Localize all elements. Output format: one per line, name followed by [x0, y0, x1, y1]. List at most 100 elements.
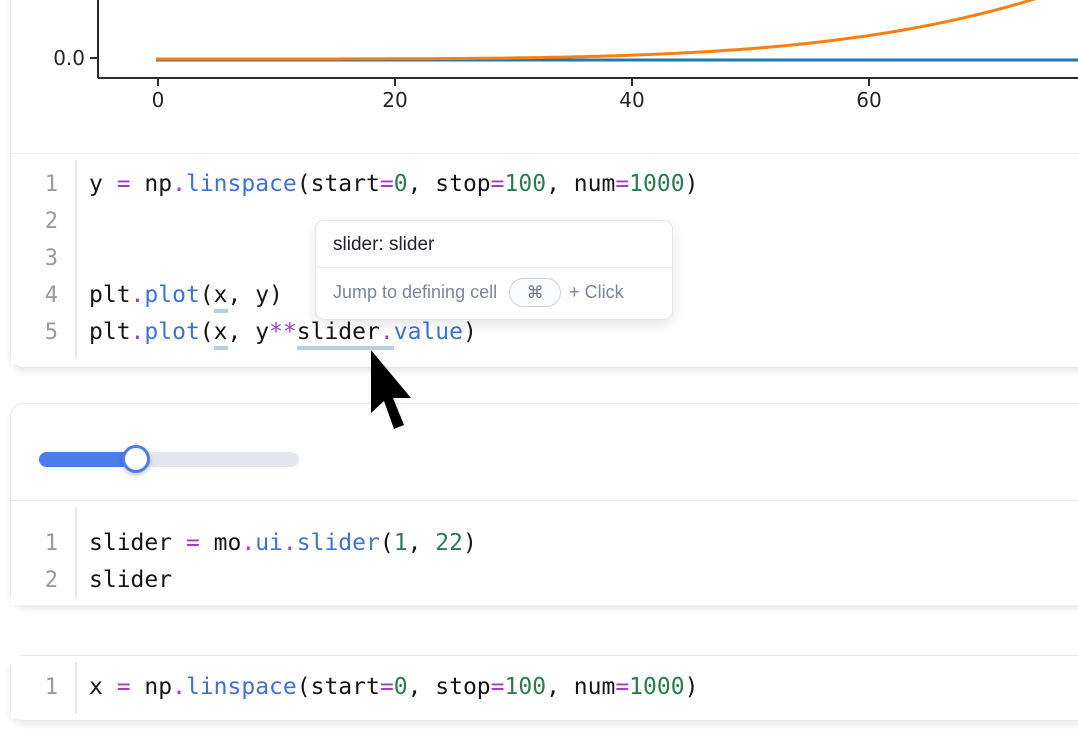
code-line[interactable]: 1slider = mo.ui.slider(1, 22) [11, 525, 1078, 562]
line-number: 1 [11, 525, 75, 562]
code-token: ( [200, 282, 214, 308]
tooltip-title: slider: slider [316, 221, 672, 267]
series-line-orange [156, 0, 1078, 59]
code-token: 0 [394, 674, 408, 700]
notebook-cell-xdef: 1x = np.linspace(start=0, stop=100, num=… [10, 655, 1078, 721]
code-token: . [172, 674, 186, 700]
code-token: 0 [394, 171, 408, 197]
code-token: mo [200, 530, 242, 556]
code-token: ) [463, 319, 477, 345]
code-editor-slider[interactable]: 1slider = mo.ui.slider(1, 22)2 slider [11, 500, 1078, 605]
code-token: , num [546, 171, 615, 197]
code-token: y [89, 171, 117, 197]
code-token: slider [89, 530, 186, 556]
cmd-clickable-token[interactable]: x [214, 319, 228, 350]
line-number: 2 [11, 203, 75, 240]
code-token: , y [228, 319, 270, 345]
click-hint-text: + Click [569, 282, 624, 303]
code-token: plt [89, 319, 131, 345]
code-token: 22 [435, 530, 463, 556]
code-token: (start [297, 674, 380, 700]
code-token: ( [200, 319, 214, 345]
line-number: 5 [11, 314, 75, 351]
code-token: = [380, 171, 394, 197]
slider-output-area [11, 404, 1078, 500]
code-token: . [131, 282, 145, 308]
cmd-clickable-token[interactable]: x [214, 282, 228, 313]
x-tick-label: 60 [856, 88, 881, 112]
code-token: ) [463, 530, 477, 556]
code-token: = [615, 171, 629, 197]
line-number: 3 [11, 240, 75, 277]
code-token: . [172, 171, 186, 197]
code-token: , [408, 530, 436, 556]
code-token: linspace [186, 674, 297, 700]
cmd-clickable-token[interactable]: . [380, 319, 394, 350]
code-token: = [491, 171, 505, 197]
code-line[interactable]: 1x = np.linspace(start=0, stop=100, num=… [11, 669, 1078, 706]
code-token: 1000 [629, 171, 684, 197]
x-tick-label: 20 [382, 88, 407, 112]
code-token: plt [89, 282, 131, 308]
mouse-cursor-icon [370, 350, 414, 432]
code-token: slider [89, 567, 172, 593]
code-token: np [131, 674, 173, 700]
y-tick-label: 0.0 [53, 46, 85, 70]
code-token: value [394, 319, 463, 345]
line-number: 1 [11, 166, 75, 203]
code-token: 1000 [629, 674, 684, 700]
code-token: linspace [186, 171, 297, 197]
tooltip-jump-row: Jump to defining cell ⌘ + Click [316, 268, 672, 319]
code-token: plot [144, 319, 199, 345]
notebook-cell-slider: 1slider = mo.ui.slider(1, 22)2 slider [10, 403, 1078, 605]
slider-widget[interactable] [39, 445, 299, 473]
plot-output-area: 0 20 40 60 0.0 [11, 0, 1078, 153]
code-editor-xdef[interactable]: 1x = np.linspace(start=0, stop=100, num=… [11, 656, 1078, 719]
code-text: slider [75, 562, 172, 599]
code-token: = [117, 171, 131, 197]
code-token: 1 [394, 530, 408, 556]
code-token: . [131, 319, 145, 345]
code-token: . [241, 530, 255, 556]
cmd-clickable-token[interactable]: slider [297, 319, 380, 350]
cmd-key-badge: ⌘ [509, 278, 561, 307]
code-token: = [491, 674, 505, 700]
slider-fill [39, 452, 130, 467]
variable-tooltip: slider: slider Jump to defining cell ⌘ +… [315, 220, 673, 320]
code-text [75, 203, 89, 240]
code-token: 100 [505, 674, 547, 700]
code-token: x [89, 674, 117, 700]
x-tick-label: 40 [619, 88, 644, 112]
code-token: , y) [228, 282, 283, 308]
code-token: np [131, 171, 173, 197]
code-token: , stop [408, 674, 491, 700]
code-token: = [186, 530, 200, 556]
line-number: 4 [11, 277, 75, 314]
code-token: (start [297, 171, 380, 197]
code-token: ) [685, 674, 699, 700]
code-line[interactable]: 1y = np.linspace(start=0, stop=100, num=… [11, 166, 1078, 203]
code-token: , num [546, 674, 615, 700]
matplotlib-chart: 0 20 40 60 0.0 [11, 0, 1078, 153]
code-token: = [615, 674, 629, 700]
code-token: . [283, 530, 297, 556]
code-token: slider [297, 530, 380, 556]
code-text: plt.plot(x, y) [75, 277, 283, 314]
code-text: slider = mo.ui.slider(1, 22) [75, 525, 477, 562]
code-token: = [380, 674, 394, 700]
code-token: plot [144, 282, 199, 308]
code-text: x = np.linspace(start=0, stop=100, num=1… [75, 669, 698, 706]
code-token: ) [685, 171, 699, 197]
code-text [75, 240, 89, 277]
code-token: , stop [408, 171, 491, 197]
code-line[interactable]: 2 slider [11, 562, 1078, 599]
code-token: 100 [505, 171, 547, 197]
code-token: ( [380, 530, 394, 556]
cmd-key-glyph: ⌘ [527, 283, 544, 303]
slider-thumb[interactable] [122, 445, 150, 473]
x-tick-label: 0 [152, 88, 165, 112]
line-number: 1 [11, 669, 75, 706]
code-token: = [117, 674, 131, 700]
line-number: 2 [11, 562, 75, 599]
code-token: ** [269, 319, 297, 345]
